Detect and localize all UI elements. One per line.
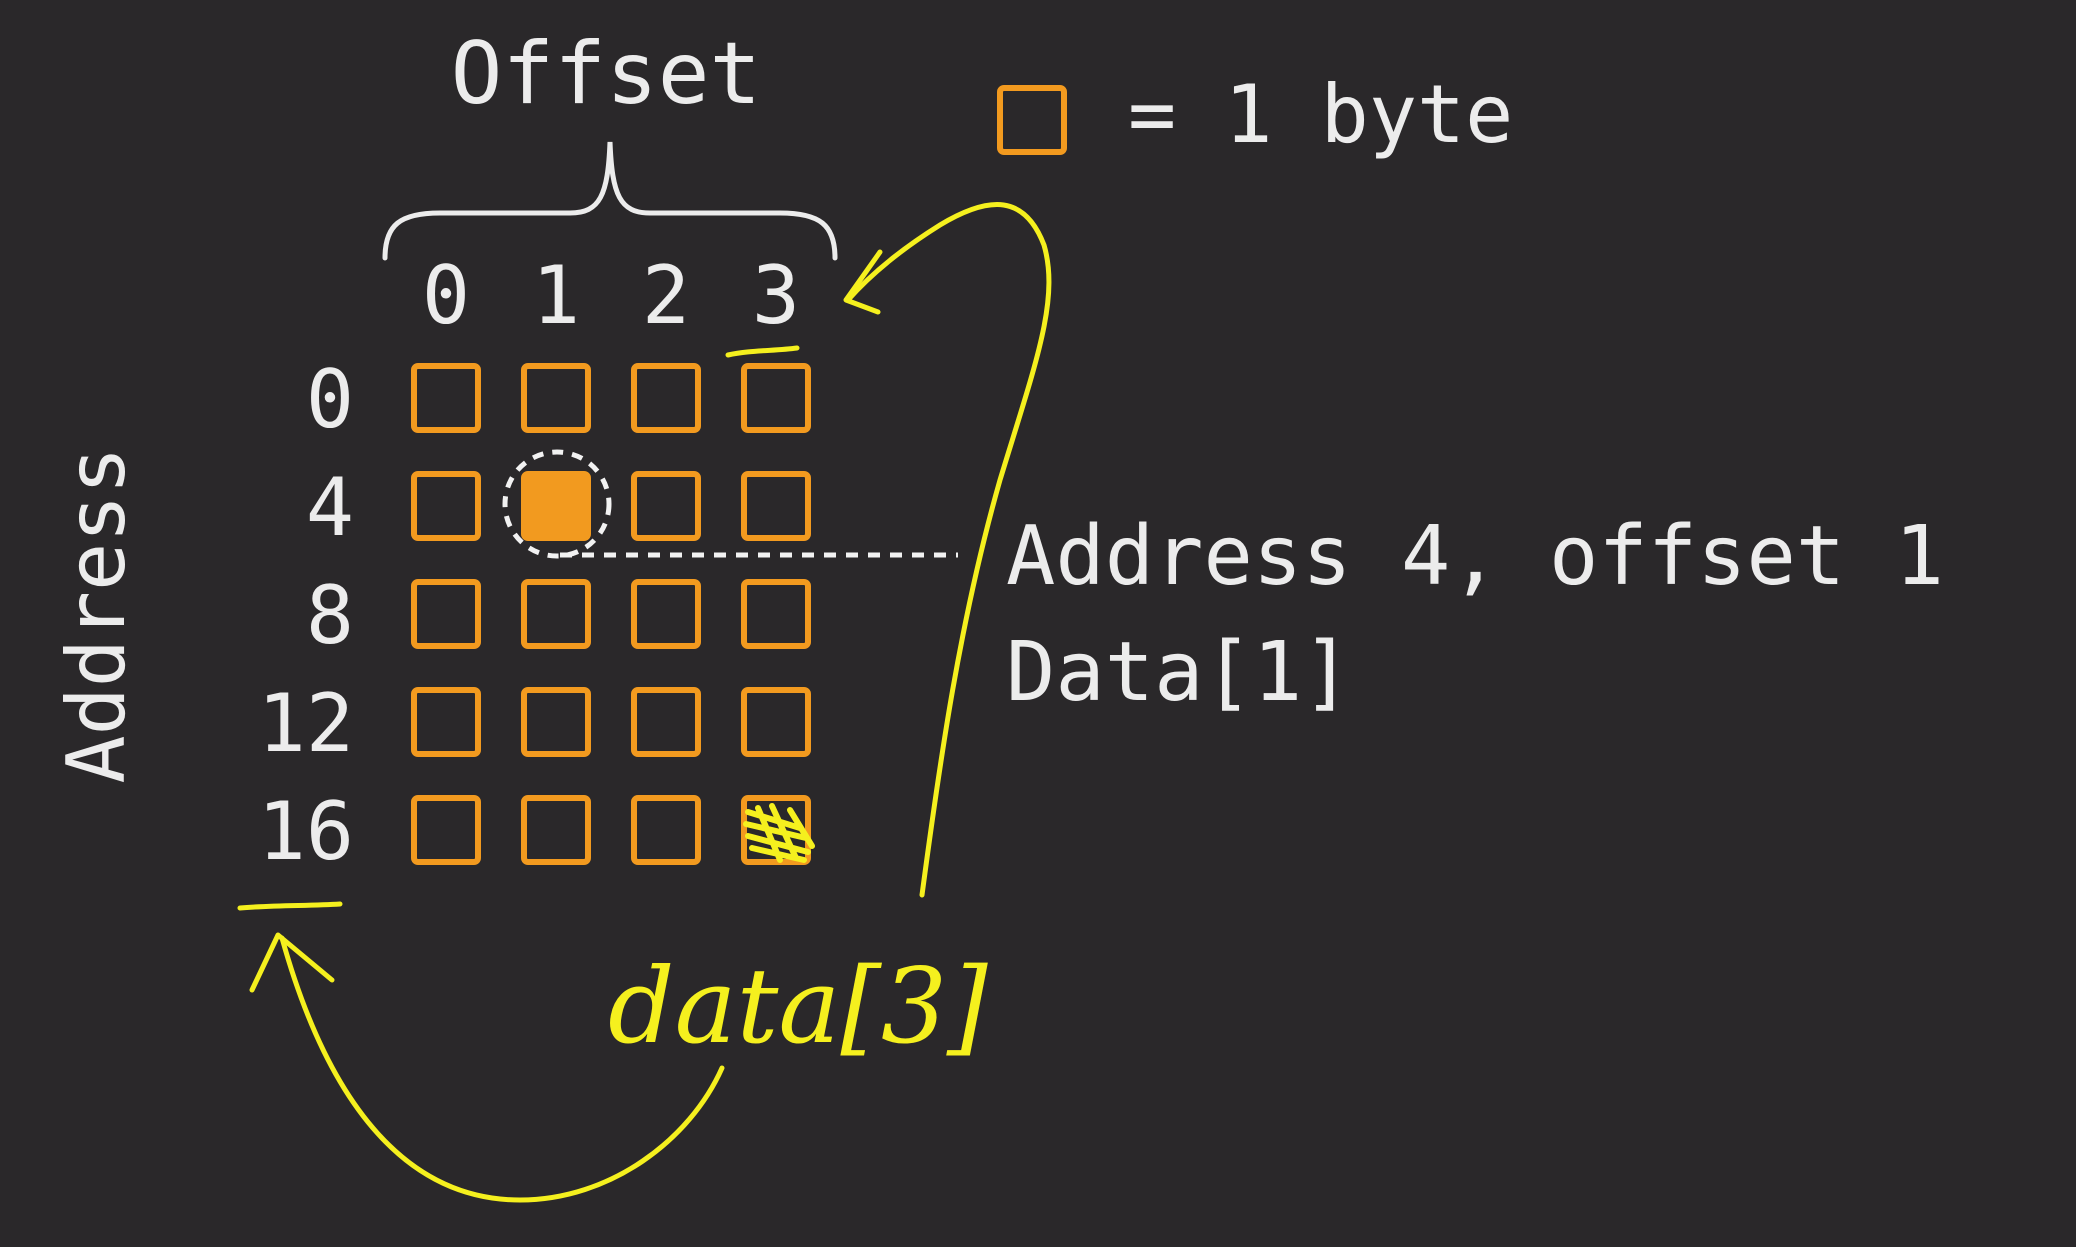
byte-cell-8-0 [411,579,481,649]
arrowhead-address-icon [249,932,335,993]
byte-cell-12-2 [631,687,701,757]
byte-cell-16-1 [521,795,591,865]
address-label-0: 0 [306,353,354,446]
legend-byte-box-icon [997,85,1067,155]
address-labels: 0 4 8 12 16 [258,353,354,878]
row-16-underline [237,901,343,911]
byte-cell-4-1 [521,471,591,541]
memory-diagram: Offset = 1 byte Address 0123 0 4 8 12 16 Add… [0,0,2076,1242]
address-label-16: 16 [258,785,354,878]
byte-cell-4-0 [411,471,481,541]
byte-cell-12-1 [521,687,591,757]
offset-brace [382,141,838,261]
byte-cell-4-3 [741,471,811,541]
byte-cell-0-2 [631,363,701,433]
byte-grid-diagram: Offset = 1 byte Address 0123 0481216 Add… [50,24,1944,1203]
offset-labels: 0123 [422,249,800,342]
address-title: Address [50,446,143,783]
byte-cell-12-3 [741,687,811,757]
column-3-underline [725,345,800,358]
handwritten-note: data[3] [608,945,988,1067]
address-label-4: 4 [306,461,354,554]
offset-label-0: 0 [422,249,470,342]
byte-cell-4-2 [631,471,701,541]
byte-cell-8-2 [631,579,701,649]
byte-cell-0-0 [411,363,481,433]
offset-title: Offset [451,24,762,124]
offset-label-2: 2 [642,249,690,342]
byte-cell-0-3 [741,363,811,433]
byte-cell-8-1 [521,579,591,649]
byte-cell-0-1 [521,363,591,433]
byte-cell-16-2 [631,795,701,865]
address-label-8: 8 [306,569,354,662]
byte-cell-8-3 [741,579,811,649]
byte-cell-16-0 [411,795,481,865]
byte-cell-12-0 [411,687,481,757]
callout-address-offset: Address 4, offset 1 [1006,509,1944,604]
address-label-12: 12 [258,677,354,770]
legend-label: = 1 byte [1128,68,1513,161]
offset-label-3: 3 [752,249,800,342]
scribble-mark [743,803,815,863]
byte-cells [411,363,811,865]
callout-data-index: Data[1] [1006,625,1352,720]
offset-label-1: 1 [532,249,580,342]
